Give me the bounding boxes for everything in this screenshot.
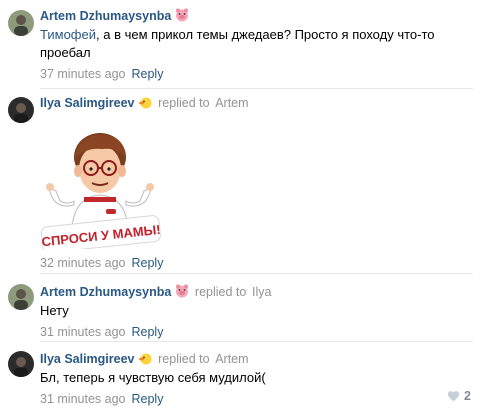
like-button[interactable]: 2: [447, 388, 471, 404]
comment-time[interactable]: 31 minutes ago: [40, 392, 125, 406]
duck-emoji-icon: [138, 351, 153, 369]
comment-time[interactable]: 31 minutes ago: [40, 325, 125, 339]
comment-time[interactable]: 32 minutes ago: [40, 256, 125, 270]
divider: [40, 88, 473, 89]
pig-emoji-icon: [175, 8, 189, 26]
divider: [40, 273, 473, 274]
replied-to-link[interactable]: Ilya: [252, 285, 271, 299]
author-name[interactable]: Ilya Salimgireev: [40, 96, 135, 110]
replied-to-link[interactable]: Artem: [215, 96, 248, 110]
comment-text: Бл, теперь я чувствую себя мудилой(: [40, 370, 266, 385]
heart-icon: [447, 391, 460, 402]
duck-emoji-icon: [138, 95, 153, 113]
divider: [40, 341, 473, 342]
replied-prefix: replied to: [158, 96, 210, 110]
author-name[interactable]: Artem Dzhumaysynba: [40, 285, 171, 299]
like-count: 2: [464, 389, 471, 403]
avatar[interactable]: [8, 351, 34, 377]
replied-prefix: replied to: [194, 285, 247, 299]
replied-prefix: replied to: [158, 352, 210, 366]
mention-link[interactable]: Тимофей: [40, 27, 96, 42]
author-name[interactable]: Artem Dzhumaysynba: [40, 9, 171, 23]
avatar[interactable]: [8, 10, 34, 36]
reply-button[interactable]: Reply: [131, 67, 163, 81]
author-name[interactable]: Ilya Salimgireev: [40, 352, 135, 366]
comments-thread: Artem Dzhumaysynba Тимофей, а в чем прик…: [0, 0, 481, 410]
comment-time[interactable]: 37 minutes ago: [40, 67, 125, 81]
reply-button[interactable]: Reply: [131, 392, 163, 406]
avatar[interactable]: [8, 97, 34, 123]
comment-text: Нету: [40, 303, 69, 318]
pig-emoji-icon: [175, 284, 189, 302]
sticker[interactable]: СПРОСИ У МАМЫ!: [40, 121, 168, 254]
reply-button[interactable]: Reply: [131, 325, 163, 339]
reply-button[interactable]: Reply: [131, 256, 163, 270]
replied-to-link[interactable]: Artem: [215, 352, 248, 366]
avatar[interactable]: [8, 284, 34, 310]
comment-text: Тимофей, а в чем прикол темы джедаев? Пр…: [40, 27, 435, 60]
